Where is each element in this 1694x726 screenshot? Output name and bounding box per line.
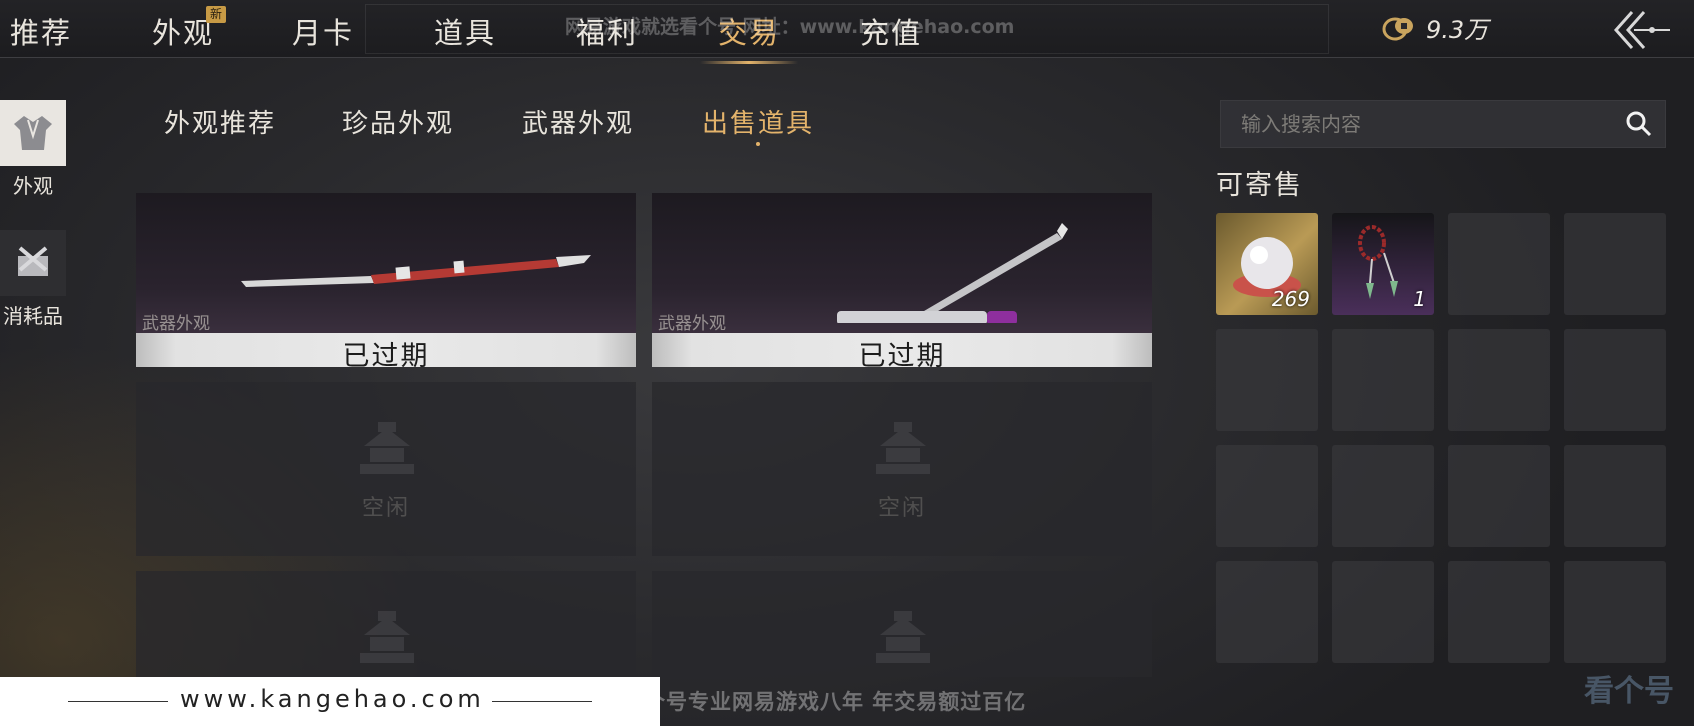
- inventory-slot-empty[interactable]: [1332, 561, 1434, 663]
- listing-category: 武器外观: [658, 314, 726, 334]
- sword-icon: [837, 223, 1068, 323]
- sidebar-item-appearance[interactable]: 外观: [0, 100, 66, 199]
- sidebar-item-label: 外观: [13, 174, 53, 198]
- inventory-slot[interactable]: 269: [1216, 213, 1318, 315]
- tab-appearance[interactable]: 外观: [152, 10, 214, 52]
- inventory-slot-empty[interactable]: [1448, 329, 1550, 431]
- currency-display: 9.3万: [1382, 10, 1488, 45]
- pavilion-icon: [876, 422, 930, 474]
- idle-label: 空闲: [361, 496, 410, 521]
- footer-watermark: www.kangehao.com: [0, 677, 660, 726]
- tab-recommend[interactable]: 推荐: [10, 10, 72, 52]
- tab-monthly-card[interactable]: 月卡: [292, 10, 354, 52]
- subtab-appearance-recommend[interactable]: 外观推荐: [164, 103, 276, 140]
- sword-icon: [241, 255, 591, 287]
- subtab-rare-appearance[interactable]: 珍品外观: [342, 103, 454, 140]
- consignable-title: 可寄售: [1216, 170, 1303, 201]
- expired-label: 已过期: [652, 333, 1152, 367]
- new-badge: 新: [206, 6, 227, 23]
- top-nav: 推荐 外观 新 月卡 道具 福利 交易 充值 网易游戏就选看个号 网址：www.…: [0, 0, 1694, 64]
- listing-category: 武器外观: [142, 314, 210, 334]
- search-box: [1220, 100, 1666, 148]
- inventory-slot-empty[interactable]: [1448, 561, 1550, 663]
- search-icon[interactable]: [1625, 110, 1653, 138]
- footer-logo: 看个号: [1584, 674, 1674, 709]
- tab-recharge[interactable]: 充值: [860, 10, 922, 52]
- item-count: 269: [1271, 287, 1310, 311]
- inventory-slot-empty[interactable]: [1216, 329, 1318, 431]
- inventory-slot-empty[interactable]: [1332, 329, 1434, 431]
- listing-slot-idle[interactable]: 空闲: [652, 382, 1152, 556]
- listing-card[interactable]: 武器外观 已过期: [136, 193, 636, 367]
- listing-card[interactable]: 武器外观 已过期: [652, 193, 1152, 367]
- pavilion-icon: [360, 422, 414, 474]
- inventory-slot-empty[interactable]: [1564, 445, 1666, 547]
- listing-slot-idle[interactable]: 空闲: [136, 382, 636, 556]
- coin-icon: [1382, 17, 1413, 40]
- currency-value: 9.3万: [1426, 16, 1489, 44]
- subtab-sell-items[interactable]: 出售道具: [702, 103, 814, 140]
- robe-icon: [14, 116, 52, 150]
- item-count: 1: [1413, 287, 1426, 311]
- tab-trade[interactable]: 交易: [699, 10, 799, 64]
- inventory-slot-empty[interactable]: [1564, 561, 1666, 663]
- sidebar-item-label: 消耗品: [3, 304, 63, 328]
- inventory-slot-empty[interactable]: [1564, 213, 1666, 315]
- listing-slot-idle[interactable]: [652, 571, 1152, 677]
- expired-label: 已过期: [136, 333, 636, 367]
- inventory-slot-empty[interactable]: [1332, 445, 1434, 547]
- pavilion-icon: [876, 611, 930, 663]
- package-icon: [18, 246, 48, 276]
- back-arrow-icon[interactable]: [1610, 8, 1674, 52]
- idle-label: 空闲: [877, 496, 926, 521]
- subtab-weapon-appearance[interactable]: 武器外观: [522, 103, 634, 140]
- tab-items[interactable]: 道具: [434, 10, 496, 52]
- inventory-slot-empty[interactable]: [1564, 329, 1666, 431]
- inventory-slot-empty[interactable]: [1216, 445, 1318, 547]
- inventory-slot-empty[interactable]: [1216, 561, 1318, 663]
- inventory-slot-empty[interactable]: [1448, 445, 1550, 547]
- footer-url: www.kangehao.com: [180, 685, 485, 713]
- tab-welfare[interactable]: 福利: [576, 10, 638, 52]
- inventory-slot[interactable]: 1: [1332, 213, 1434, 315]
- inventory-slot-empty[interactable]: [1448, 213, 1550, 315]
- pavilion-icon: [360, 611, 414, 663]
- footer-slogan: 看个号专业网易游戏八年 年交易额过百亿: [622, 690, 1027, 714]
- sidebar-item-consumables[interactable]: 消耗品: [0, 230, 66, 329]
- search-input[interactable]: [1241, 112, 1625, 136]
- listing-slot-idle[interactable]: [136, 571, 636, 677]
